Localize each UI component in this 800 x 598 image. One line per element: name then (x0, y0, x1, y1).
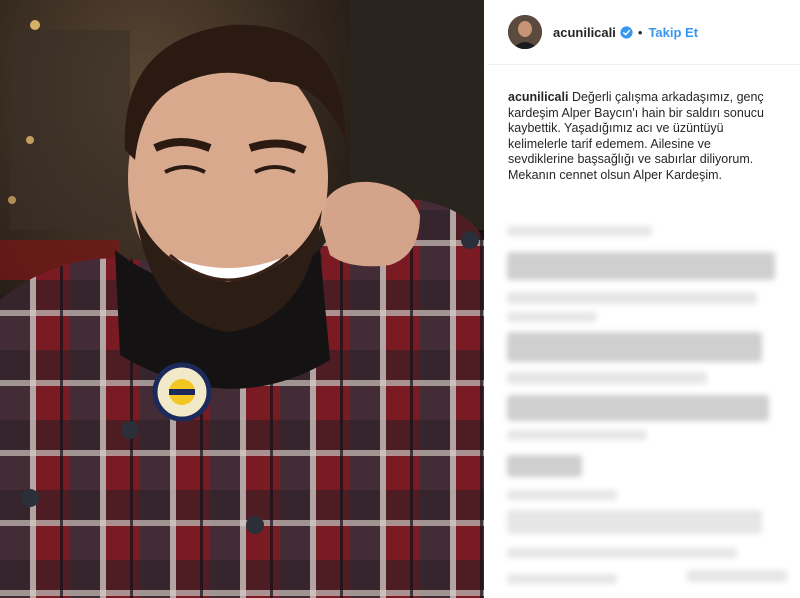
blurred-comment (507, 332, 762, 362)
blurred-comment (507, 455, 582, 477)
blurred-comment (507, 252, 775, 280)
caption-username[interactable]: acunilicali (508, 90, 568, 104)
blurred-comment-link (507, 226, 652, 236)
blurred-comment (507, 430, 647, 440)
instagram-post: acunilicali • Takip Et acunilicali Değer… (0, 0, 800, 598)
avatar[interactable] (508, 15, 542, 49)
blurred-comment (687, 570, 787, 582)
blurred-comment (507, 372, 707, 384)
separator-dot: • (637, 24, 643, 40)
blurred-comment (507, 312, 597, 322)
blurred-comment (507, 548, 737, 558)
post-side-panel: acunilicali • Takip Et acunilicali Değer… (487, 0, 800, 598)
blurred-comment (507, 292, 757, 304)
verified-badge-icon (620, 25, 633, 39)
blurred-comment (507, 490, 617, 500)
caption: acunilicali Değerli çalışma arkadaşımız,… (508, 90, 778, 184)
username[interactable]: acunilicali (553, 25, 616, 40)
post-header: acunilicali • Takip Et (487, 0, 800, 65)
blurred-comment (507, 395, 769, 421)
post-photo[interactable] (0, 0, 484, 598)
follow-button[interactable]: Takip Et (648, 25, 698, 40)
post-photo-image (0, 0, 484, 598)
blurred-comment (507, 510, 762, 534)
blurred-comment (507, 574, 617, 584)
